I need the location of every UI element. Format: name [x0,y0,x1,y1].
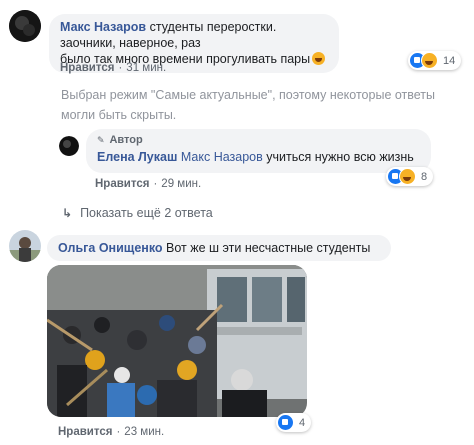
like-button[interactable]: Нравится [95,178,149,190]
reply-avatar[interactable] [59,136,79,156]
comment-text: Вот же ш эти несчастные студенты [166,241,371,255]
pen-icon: ✎ [97,135,105,145]
reply-bubble: ✎ Автор Елена Лукаш Макс Назаров учиться… [86,129,431,173]
riot-photo-image [47,265,307,417]
comment-photo[interactable] [47,265,307,417]
reaction-summary[interactable]: 8 [386,167,434,186]
show-more-replies[interactable]: ↳ Показать ещё 2 ответа [62,206,213,220]
filter-notice: Выбран режим "Самые актуальные", поэтому… [61,85,435,125]
like-button[interactable]: Нравится [58,426,112,438]
comment-actions: Нравится · 23 мин. [58,426,164,438]
timestamp[interactable]: 31 мин. [126,62,166,74]
author-badge: ✎ Автор [97,132,420,147]
avatar-image [9,10,41,42]
avatar-image [59,136,79,156]
reaction-count: 4 [299,416,306,429]
reply-actions: Нравится · 29 мин. [95,178,201,190]
separator-dot: · [118,62,123,74]
mention-link[interactable]: Макс Назаров [181,150,263,164]
reply-arrow-icon: ↳ [62,206,73,220]
timestamp[interactable]: 29 мин. [161,178,201,190]
notice-line: могли быть скрыты. [61,108,177,122]
author-badge-label: Автор [109,134,143,146]
reply-text: учиться нужно всю жизнь [266,150,414,164]
timestamp[interactable]: 23 мин. [124,426,164,438]
show-more-label: Показать ещё 2 ответа [80,206,213,220]
avatar-image [9,230,41,262]
like-reaction-icon [277,414,294,431]
reaction-count: 14 [443,54,456,67]
reaction-count: 8 [421,170,428,183]
comment-actions: Нравится · 31 мин. [60,62,166,74]
separator-dot: · [116,426,121,438]
avatar[interactable] [9,230,41,262]
haha-reaction-icon [399,168,416,185]
like-button[interactable]: Нравится [60,62,114,74]
comment-bubble: Ольга Онищенко Вот же ш эти несчастные с… [47,235,391,261]
reply-author[interactable]: Елена Лукаш [97,150,177,164]
reaction-summary[interactable]: 4 [276,413,312,432]
notice-line: Выбран режим "Самые актуальные", поэтому… [61,88,436,102]
separator-dot: · [153,178,158,190]
avatar[interactable] [9,10,41,42]
comment-author[interactable]: Макс Назаров [60,20,146,34]
reaction-summary[interactable]: 14 [408,51,462,70]
comment-author[interactable]: Ольга Онищенко [58,241,163,255]
haha-emoji-icon [312,52,326,65]
haha-reaction-icon [421,52,438,69]
